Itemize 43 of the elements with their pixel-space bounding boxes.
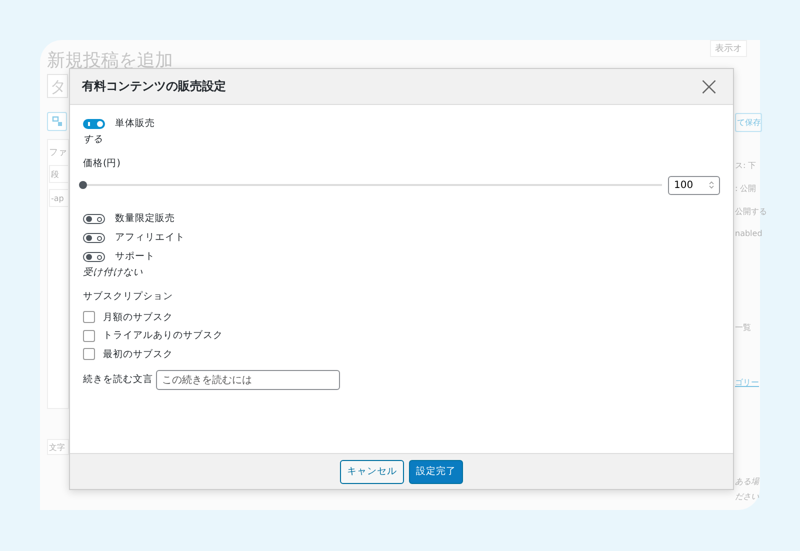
checkbox-label: 月額のサブスク — [103, 310, 173, 324]
sidebar-text: ス: 下 — [735, 160, 756, 171]
toggle-label: サポート — [115, 250, 155, 263]
toggle-status: 受け付けない — [83, 266, 144, 280]
list-tab[interactable]: 一覧 — [735, 322, 751, 333]
category-link[interactable]: ゴリー — [735, 377, 759, 388]
checkbox[interactable] — [83, 311, 95, 324]
close-button[interactable]: × — [697, 74, 721, 100]
sidebar-text: nabled — [735, 229, 762, 238]
hint-text: ある場 — [735, 476, 759, 487]
slider-thumb[interactable] — [79, 181, 87, 189]
checkbox[interactable] — [83, 330, 95, 342]
block-inserter-button[interactable] — [47, 112, 67, 131]
price-input[interactable]: 100 — [668, 176, 720, 194]
block-field[interactable]: -ap — [49, 189, 69, 207]
checkbox[interactable] — [83, 348, 95, 360]
dialog-title: 有料コンテンツの販売設定 — [82, 78, 226, 95]
field-label: 続きを読む文言 — [83, 373, 153, 386]
section-heading: サブスクリプション — [83, 290, 174, 304]
options-tab[interactable]: 表示オ — [710, 40, 747, 57]
block-field[interactable]: 段 — [49, 165, 69, 183]
toggle-status: する — [83, 133, 104, 147]
sidebar-text: : 公開 — [735, 183, 756, 194]
checkbox-label: 最初のサブスク — [103, 348, 173, 361]
blocks-icon — [52, 116, 62, 127]
save-draft-button[interactable]: て保存 — [735, 113, 762, 132]
done-button[interactable]: 設定完了 — [409, 460, 463, 484]
toggle-switch[interactable] — [83, 214, 105, 224]
toggle-label: 数量限定販売 — [115, 212, 175, 225]
toggle-switch[interactable] — [83, 252, 105, 262]
spinner-icon[interactable] — [709, 181, 714, 189]
toggle-switch[interactable] — [83, 232, 105, 242]
word-count-bar: 文字 — [47, 439, 69, 455]
toggle-label: アフィリエイト — [115, 231, 185, 244]
block-label: ファ — [49, 147, 68, 159]
field-label: 価格(円) — [83, 157, 122, 171]
read-more-field[interactable]: この続きを読むには — [156, 370, 340, 390]
hint-text: ださい — [735, 491, 759, 502]
toggle-label: 単体販売 — [115, 117, 155, 130]
toggle-switch[interactable] — [83, 118, 105, 128]
cancel-button[interactable]: キャンセル — [340, 460, 404, 484]
sidebar-text: 公開する — [735, 206, 767, 217]
checkbox-label: トライアルありのサブスク — [103, 329, 223, 342]
